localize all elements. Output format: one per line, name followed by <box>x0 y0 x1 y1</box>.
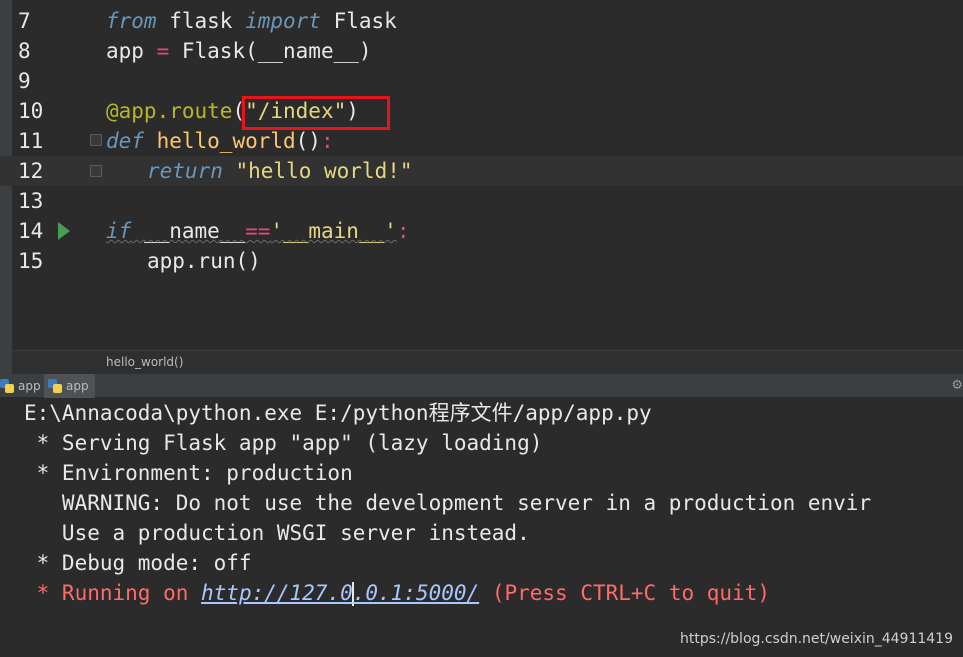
code-line-13[interactable]: 13 <box>0 186 963 216</box>
console-line: E:\Annacoda\python.exe E:/python程序文件/app… <box>24 401 652 425</box>
run-tab-bar: app app ⚙ <box>0 374 963 398</box>
code-text[interactable]: app.run() <box>147 246 261 276</box>
python-icon <box>48 379 62 393</box>
highlight-box <box>242 96 390 130</box>
tab-label: app <box>18 379 41 393</box>
line-number: 12 <box>18 159 44 183</box>
breadcrumb-bar: hello_world() <box>12 350 963 374</box>
line-number: 9 <box>18 69 31 93</box>
python-icon <box>0 379 14 393</box>
code-text[interactable]: if __name__=='__main__': <box>106 216 409 246</box>
fold-icon[interactable] <box>90 134 102 146</box>
code-text[interactable]: return "hello world!" <box>147 156 413 186</box>
code-line-11[interactable]: 11 def hello_world(): <box>0 126 963 156</box>
code-text[interactable]: from flask import Flask <box>106 6 397 36</box>
server-url-link[interactable]: http://127.0.0.1:5000/ <box>201 581 479 606</box>
code-editor[interactable]: 7 from flask import Flask 8 app = Flask(… <box>0 0 963 375</box>
watermark: https://blog.csdn.net/weixin_44911419 <box>679 631 953 647</box>
run-icon[interactable] <box>58 222 70 240</box>
fold-end-icon[interactable] <box>90 165 102 177</box>
line-number: 13 <box>18 189 44 213</box>
gear-icon[interactable]: ⚙ <box>951 378 963 393</box>
line-number: 10 <box>18 99 44 123</box>
code-line-15[interactable]: 15 app.run() <box>0 246 963 276</box>
line-number: 7 <box>18 9 31 33</box>
run-tab-app-1[interactable]: app <box>0 374 47 398</box>
code-line-10[interactable]: 10 @app.route("/index") <box>0 96 963 126</box>
tab-label: app <box>66 379 89 393</box>
code-text[interactable]: app = Flask(__name__) <box>106 36 372 66</box>
code-line-7[interactable]: 7 from flask import Flask <box>0 6 963 36</box>
code-line-8[interactable]: 8 app = Flask(__name__) <box>0 36 963 66</box>
console-line: * Debug mode: off <box>24 551 252 575</box>
console-line: Use a production WSGI server instead. <box>24 521 530 545</box>
code-text[interactable]: def hello_world(): <box>106 126 334 156</box>
console-line: WARNING: Do not use the development serv… <box>24 491 872 515</box>
run-console[interactable]: E:\Annacoda\python.exe E:/python程序文件/app… <box>0 398 963 657</box>
line-number: 14 <box>18 219 44 243</box>
console-line: * Environment: production <box>24 461 353 485</box>
code-line-14[interactable]: 14 if __name__=='__main__': <box>0 216 963 246</box>
line-number: 11 <box>18 129 44 153</box>
code-line-9[interactable]: 9 <box>0 66 963 96</box>
console-line: * Serving Flask app "app" (lazy loading) <box>24 431 543 455</box>
line-number: 8 <box>18 39 31 63</box>
line-number: 15 <box>18 249 44 273</box>
code-line-12[interactable]: 12 return "hello world!" <box>0 156 963 186</box>
console-line-running: * Running on http://127.0.0.1:5000/ (Pre… <box>24 581 770 606</box>
breadcrumb[interactable]: hello_world() <box>106 355 183 369</box>
run-tab-app-2[interactable]: app <box>44 374 95 398</box>
